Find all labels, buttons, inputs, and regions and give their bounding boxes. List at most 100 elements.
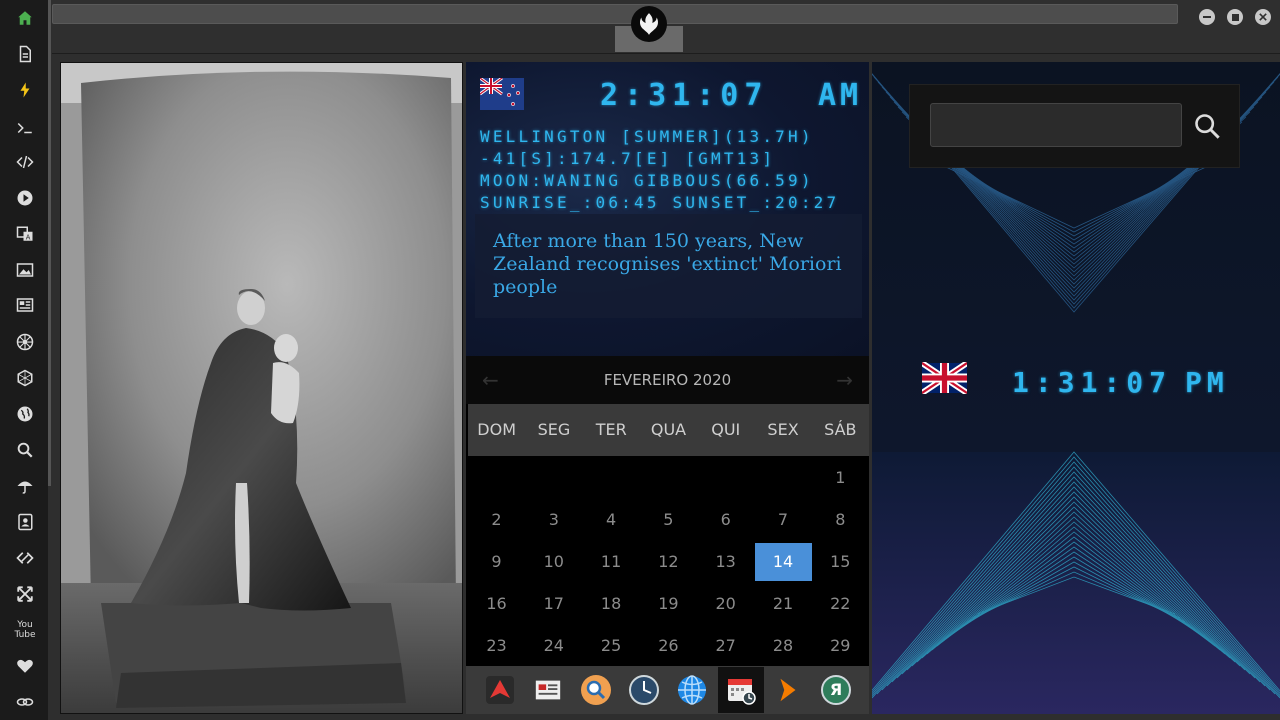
calendar-day[interactable]: 25 [583,627,640,665]
nz-ampm: AM [818,78,863,113]
calendar-day[interactable]: 6 [697,501,754,539]
hexagon-icon[interactable] [12,365,38,391]
nz-location-line: WELLINGTON [SUMMER](13.7H) [480,127,814,146]
weekday-label: SEX [767,420,799,439]
uk-time: 1:31:07 [1012,366,1173,399]
calendar-day[interactable]: 26 [640,627,697,665]
nz-moon-line: MOON:WANING GIBBOUS(66.59) [480,171,814,190]
home-icon[interactable] [12,5,38,31]
calendar-day[interactable]: 5 [640,501,697,539]
calendar-header: ← FEVEREIRO 2020 → [466,356,869,404]
calendar-day[interactable]: 23 [468,627,525,665]
top-bar [52,0,1280,54]
calendar-clock-app-icon[interactable] [718,667,764,713]
news-icon[interactable] [12,292,38,318]
nz-clock-panel: 2:31:07 AM WELLINGTON [SUMMER](13.7H) -4… [466,62,869,356]
lightning-icon[interactable] [12,77,38,103]
uk-ampm: PM [1185,366,1229,399]
weekday-label: DOM [477,420,516,439]
nz-coordinates-line: -41[S]:174.7[E] [GMT13] [480,149,776,168]
document-icon[interactable] [12,41,38,67]
calendar-day[interactable]: 27 [697,627,754,665]
uk-flag-icon [922,362,967,394]
weekday-label: QUA [650,420,687,439]
new-zealand-flag-icon [480,78,524,110]
calendar-day[interactable]: 18 [583,585,640,623]
search-icon [1195,114,1220,139]
contact-icon[interactable] [12,509,38,535]
code-icon[interactable] [12,149,38,175]
close-button[interactable] [1255,9,1271,25]
calendar-day[interactable]: 22 [812,585,869,623]
yandex-app-icon[interactable]: Я [818,672,854,708]
calendar-day[interactable]: 1 [812,459,869,497]
translate-icon[interactable]: A [12,221,38,247]
forward-app-icon[interactable] [770,672,806,708]
search-input[interactable] [930,103,1182,147]
youtube-icon[interactable]: You Tube [12,617,38,643]
clock-app-icon[interactable] [626,672,662,708]
calendar-day[interactable]: 7 [755,501,812,539]
cloud-link-icon[interactable] [12,689,38,715]
search-icon[interactable] [12,437,38,463]
galactic-empire-icon[interactable] [12,329,38,355]
desktop: A You Tube 2:31:07 AM WELLINGTON [SUMMER… [0,0,1280,720]
minimize-button[interactable] [1199,9,1215,25]
calendar-day[interactable]: 20 [697,585,754,623]
heart-icon[interactable] [12,653,38,679]
svg-text:A: A [26,233,31,241]
weekday-label: TER [595,420,627,439]
newspaper-app-icon[interactable] [530,672,566,708]
calendar-day[interactable]: 17 [525,585,582,623]
calendar-day[interactable]: 21 [755,585,812,623]
app-dock: Я [466,666,869,714]
calendar-day[interactable]: 4 [583,501,640,539]
calendar-day[interactable]: 15 [812,543,869,581]
sidebar-scrollbar[interactable] [48,0,51,486]
calendar-day[interactable]: 11 [583,543,640,581]
calendar-month-label: FEVEREIRO 2020 [603,371,732,389]
calendar-day[interactable]: 16 [468,585,525,623]
calendar-widget: ← FEVEREIRO 2020 → DOM SEG TER QUA QUI S… [466,356,869,666]
news-card[interactable]: After more than 150 years, New Zealand r… [475,214,862,318]
next-month-button[interactable]: → [836,368,853,392]
calendar-day[interactable]: 28 [755,627,812,665]
weekday-label: SÁB [824,420,857,439]
search-button[interactable] [1190,109,1224,143]
calendar-day[interactable]: 29 [812,627,869,665]
calendar-day[interactable]: 3 [525,501,582,539]
nz-time: 2:31:07 [600,78,769,113]
calendar-day[interactable]: 19 [640,585,697,623]
sidebar: A You Tube [0,0,48,720]
calendar-day[interactable]: 12 [640,543,697,581]
expand-icon[interactable] [12,581,38,607]
play-icon[interactable] [12,185,38,211]
calendar-day[interactable]: 9 [468,543,525,581]
calendar-day[interactable]: 2 [468,501,525,539]
globe-icon[interactable] [12,401,38,427]
nz-sun-line: SUNRISE_:06:45 SUNSET_:20:27 [480,193,840,212]
right-panel: 1:31:07 PM [872,62,1280,714]
search-widget [909,84,1240,168]
maximize-button[interactable] [1227,9,1243,25]
bottom-strip [52,714,1280,720]
youtube-label: You Tube [14,620,36,640]
calendar-day[interactable]: 10 [525,543,582,581]
umbrella-icon[interactable] [12,473,38,499]
calendar-day-selected[interactable]: 14 [754,543,812,581]
search-app-icon[interactable] [578,672,614,708]
calendar-day[interactable]: 13 [697,543,754,581]
link-code-icon[interactable] [12,545,38,571]
image-icon[interactable] [12,257,38,283]
calendar-day[interactable]: 24 [525,627,582,665]
globe-app-icon[interactable] [674,672,710,708]
rebel-alliance-icon[interactable] [631,6,667,42]
wallpaper-photo [60,62,463,714]
calendar-day[interactable]: 8 [812,501,869,539]
prev-month-button[interactable]: ← [482,368,499,392]
red-arrow-app-icon[interactable] [482,672,518,708]
address-bar[interactable] [52,4,1178,24]
news-headline[interactable]: After more than 150 years, New Zealand r… [493,230,844,299]
weekday-label: QUI [711,420,741,439]
terminal-icon[interactable] [12,115,38,141]
